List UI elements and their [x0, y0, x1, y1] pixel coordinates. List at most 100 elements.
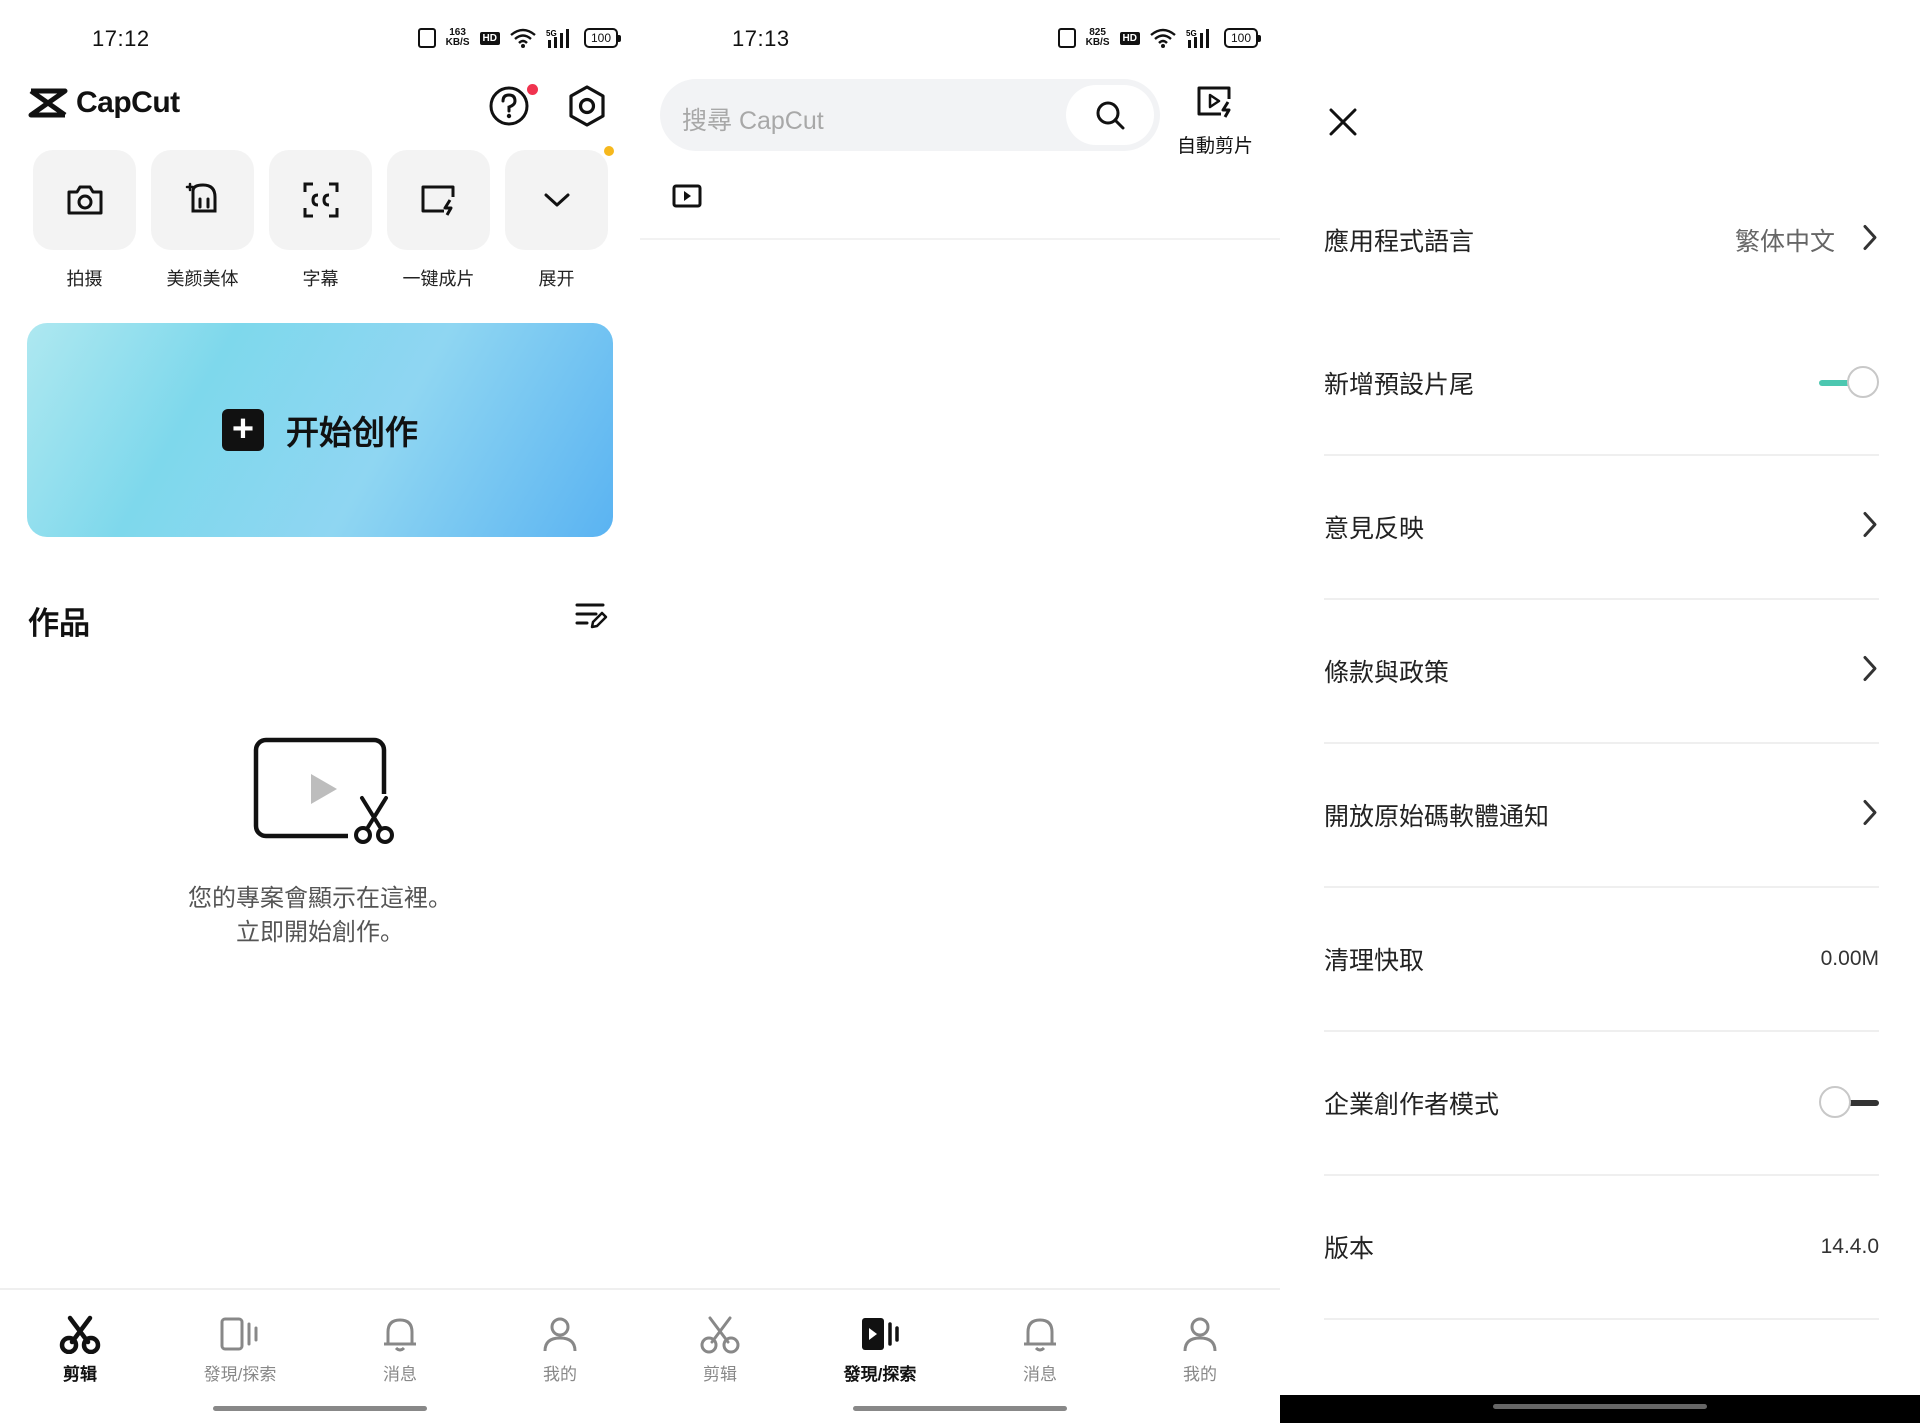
face-retouch-icon — [185, 182, 216, 213]
quick-action-label: 拍摄 — [66, 269, 103, 289]
setting-title: 版本 — [1324, 1235, 1375, 1263]
battery-indicator: 100 — [583, 28, 622, 48]
nav-discover[interactable]: 發現/探索 — [800, 1290, 960, 1390]
discover-screen: 17:13 825 KB/S HD 5G 100 搜尋 CapCut 自動剪片 剪… — [640, 0, 1280, 1423]
setting-business-creator: 企業創作者模式 — [1324, 1032, 1879, 1176]
svg-text:5G: 5G — [546, 29, 557, 38]
new-project-button[interactable]: + 开始创作 — [27, 323, 613, 537]
setting-title: 應用程式語言 — [1324, 228, 1475, 256]
empty-projects-illustration — [250, 736, 400, 851]
nav-profile[interactable]: 我的 — [480, 1290, 640, 1390]
discover-icon — [862, 1318, 899, 1350]
nav-edit[interactable]: 剪辑 — [640, 1290, 800, 1390]
setting-version: 版本 14.4.0 — [1324, 1176, 1879, 1320]
hd-badge: HD — [479, 31, 500, 45]
home-indicator — [213, 1406, 427, 1411]
close-icon — [1329, 108, 1357, 136]
settings-screen: 應用程式語言 繁体中文 新增預設片尾 意見反映 條款與政策 開放原始碼軟體通知 … — [1280, 0, 1920, 1423]
signal-icon: 5G — [546, 28, 574, 48]
auto-cut-label: 自動剪片 — [1176, 136, 1253, 157]
wifi-icon — [510, 28, 536, 48]
search-button[interactable] — [1066, 85, 1154, 145]
close-button[interactable] — [1326, 105, 1360, 144]
setting-terms[interactable]: 條款與政策 — [1324, 600, 1879, 744]
search-bar[interactable]: 搜尋 CapCut — [660, 79, 1160, 151]
chevron-right-icon — [1861, 511, 1879, 544]
bottom-navigation: 剪辑 發現/探索 消息 我的 — [640, 1288, 1280, 1423]
setting-title: 開放原始碼軟體通知 — [1324, 803, 1550, 831]
quick-action-captions[interactable]: 字幕 — [269, 150, 372, 291]
chevron-right-icon — [1861, 224, 1879, 257]
nav-profile[interactable]: 我的 — [1120, 1290, 1280, 1390]
setting-title: 意見反映 — [1324, 515, 1425, 543]
nav-edit[interactable]: 剪辑 — [0, 1290, 160, 1390]
setting-title: 清理快取 — [1324, 947, 1425, 975]
scissors-icon — [700, 1316, 740, 1354]
default-ending-toggle[interactable] — [1819, 366, 1879, 400]
version-number: 14.4.0 — [1820, 1235, 1879, 1258]
quick-action-autocut[interactable]: 一键成片 — [387, 150, 490, 291]
home-indicator — [853, 1406, 1067, 1411]
status-time: 17:12 — [92, 26, 150, 51]
hd-badge: HD — [1119, 31, 1140, 45]
auto-cut-icon — [421, 185, 454, 216]
help-icon — [489, 86, 529, 126]
quick-action-label: 一键成片 — [402, 269, 475, 289]
quick-action-retouch[interactable]: 美颜美体 — [151, 150, 254, 291]
setting-title: 新增預設片尾 — [1324, 371, 1475, 399]
setting-clear-cache[interactable]: 清理快取 0.00M — [1324, 888, 1879, 1032]
capcut-logo: CapCut — [28, 86, 180, 120]
person-icon — [1183, 1317, 1217, 1352]
vibrate-icon — [1057, 28, 1076, 48]
setting-value: 繁体中文 — [1734, 228, 1835, 256]
network-speed: 163 KB/S — [445, 27, 470, 48]
signal-icon: 5G — [1186, 28, 1214, 48]
edit-list-button[interactable] — [574, 600, 608, 635]
video-tab[interactable] — [672, 184, 702, 213]
chevron-right-icon — [1861, 799, 1879, 832]
setting-open-source[interactable]: 開放原始碼軟體通知 — [1324, 744, 1879, 888]
auto-cut-button[interactable]: 自動剪片 — [1170, 84, 1260, 158]
setting-feedback[interactable]: 意見反映 — [1324, 456, 1879, 600]
nav-inbox[interactable]: 消息 — [320, 1290, 480, 1390]
capcut-logo-icon — [28, 88, 68, 118]
camera-icon — [67, 185, 102, 215]
edit-list-icon — [575, 603, 608, 629]
new-project-label: 开始创作 — [286, 414, 418, 451]
bell-icon — [384, 1318, 416, 1352]
nav-discover[interactable]: 發現/探索 — [160, 1290, 320, 1390]
nav-inbox[interactable]: 消息 — [960, 1290, 1120, 1390]
scissors-icon — [59, 1315, 101, 1354]
quick-action-expand[interactable]: 展开 — [505, 146, 614, 291]
search-placeholder: 搜尋 CapCut — [682, 107, 824, 135]
settings-button[interactable] — [565, 84, 609, 128]
divider — [640, 238, 1280, 240]
new-feature-dot — [604, 146, 614, 156]
section-title: 作品 — [28, 606, 90, 641]
search-icon — [1096, 101, 1125, 130]
help-button[interactable] — [487, 84, 531, 128]
quick-actions: 拍摄 美颜美体 字幕 一键成片 展开 — [33, 146, 614, 291]
chevron-down-icon — [544, 193, 569, 207]
auto-cut-icon — [1197, 86, 1231, 118]
empty-state-message: 您的專案會顯示在這裡。 立即開始創作。 — [188, 885, 452, 946]
video-cut-icon — [253, 737, 400, 846]
person-icon — [543, 1317, 577, 1352]
quick-action-label: 展开 — [538, 269, 575, 289]
chevron-right-icon — [1861, 655, 1879, 688]
system-nav-bar — [1280, 1395, 1920, 1423]
setting-title: 企業創作者模式 — [1324, 1091, 1500, 1119]
quick-action-label: 字幕 — [302, 269, 339, 289]
quick-action-shoot[interactable]: 拍摄 — [33, 150, 136, 291]
setting-title: 條款與政策 — [1324, 659, 1450, 687]
business-creator-toggle[interactable] — [1819, 1086, 1879, 1120]
quick-action-label: 美颜美体 — [166, 269, 239, 289]
setting-app-language[interactable]: 應用程式語言 繁体中文 — [1324, 168, 1879, 312]
network-speed: 825 KB/S — [1085, 27, 1110, 48]
bell-icon — [1024, 1318, 1056, 1352]
svg-text:5G: 5G — [1186, 29, 1197, 38]
play-box-icon — [672, 184, 702, 208]
discover-icon — [220, 1317, 258, 1351]
captions-icon — [303, 182, 338, 218]
home-screen: 17:12 163KB/S HD 5G 100 CapCut 拍摄 美颜美体 — [0, 0, 640, 1423]
